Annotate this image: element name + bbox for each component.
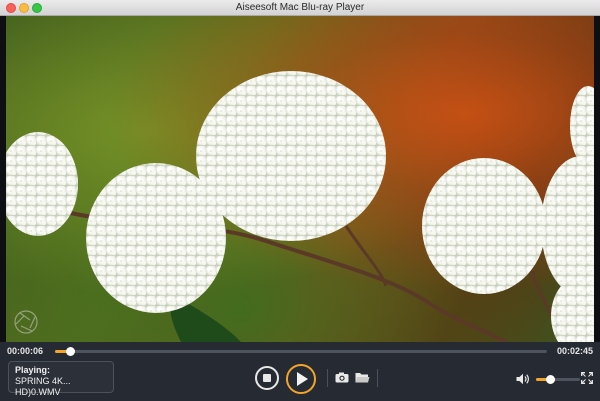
stop-icon [263,374,271,382]
volume-slider[interactable] [536,375,580,384]
control-bar: 00:00:06 00:02:45 Playing: SPRING 4K... … [0,342,600,401]
camera-icon [335,372,349,382]
aperture-logo-icon [14,310,38,334]
fullscreen-button[interactable] [580,371,594,385]
snapshot-button[interactable] [334,369,350,385]
elapsed-time: 00:00:06 [7,346,44,356]
now-playing-box: Playing: SPRING 4K... HD)0.WMV [8,361,114,397]
play-button[interactable] [286,364,316,394]
stop-button[interactable] [255,366,279,390]
open-file-button[interactable] [354,369,370,385]
mute-button[interactable] [515,371,531,387]
folder-icon [355,372,369,382]
now-playing-filename: SPRING 4K... HD)0.WMV [15,376,71,397]
video-frame[interactable] [6,16,594,342]
divider [377,369,378,387]
play-icon [297,372,308,386]
video-image [6,71,594,342]
total-time: 00:02:45 [556,346,593,356]
seek-handle[interactable] [65,347,75,356]
now-playing-label: Playing: [15,365,51,375]
right-frame [594,16,600,342]
window-title: Aiseesoft Mac Blu-ray Player [235,2,365,13]
seek-bar[interactable] [55,347,547,356]
divider [327,369,328,387]
title-bar[interactable]: Aiseesoft Mac Blu-ray Player [0,0,600,16]
speaker-icon [516,373,529,385]
fullscreen-icon [581,372,593,384]
player-window: Aiseesoft Mac Blu-ray Player 00:00:06 00… [0,0,600,401]
volume-handle[interactable] [546,375,556,384]
